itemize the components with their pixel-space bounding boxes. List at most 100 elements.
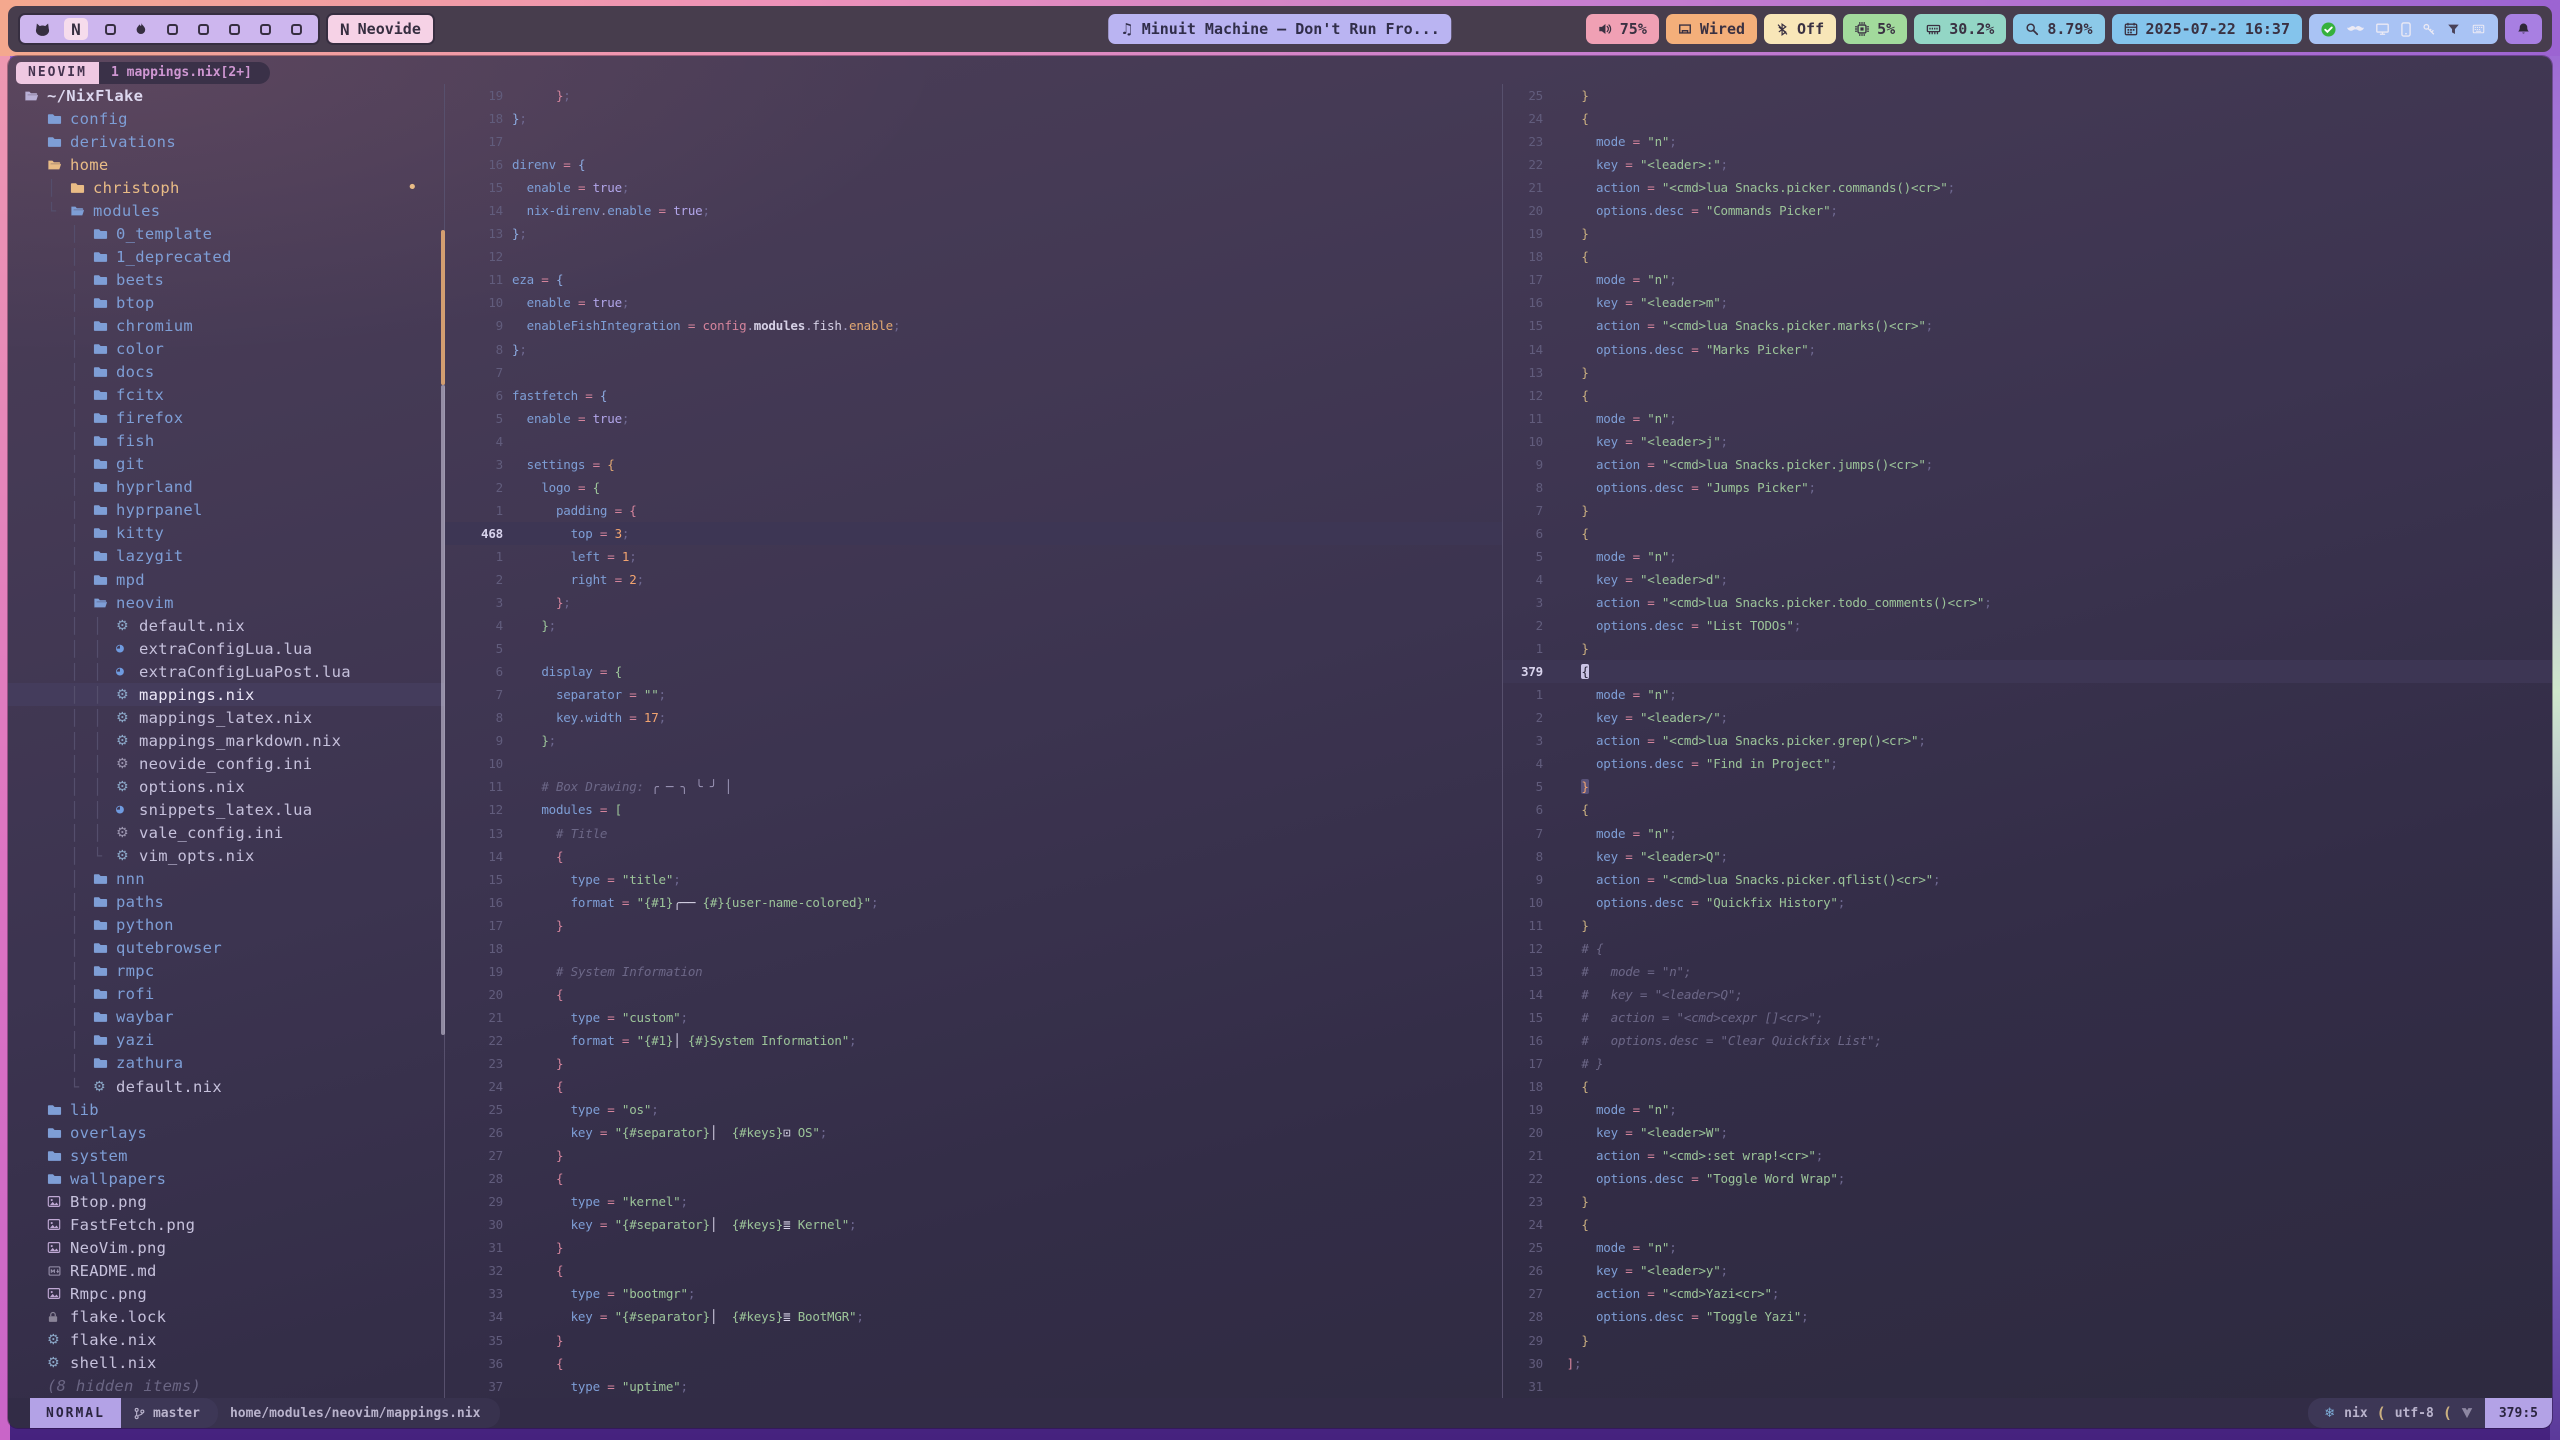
tree-item-docs[interactable]: │docs xyxy=(8,361,444,384)
tree-item-extraconfiglua.lua[interactable]: ││◕extraConfigLua.lua xyxy=(8,637,444,660)
code-line[interactable]: 8}; xyxy=(445,338,1502,361)
code-line[interactable]: 12 # { xyxy=(1503,937,2552,960)
code-line[interactable]: 22 format = "{#1}│ {#}System Information… xyxy=(445,1029,1502,1052)
widget-volume[interactable]: 75% xyxy=(1586,14,1659,44)
code-line[interactable]: 13}; xyxy=(445,222,1502,245)
code-line[interactable]: 33 type = "bootmgr"; xyxy=(445,1282,1502,1305)
tree-item-readme.md[interactable]: README.md xyxy=(8,1259,444,1282)
code-line[interactable]: 7 } xyxy=(1503,499,2552,522)
code-line[interactable]: 4 }; xyxy=(445,614,1502,637)
tree-item-vim_opts.nix[interactable]: │└⚙vim_opts.nix xyxy=(8,845,444,868)
code-line[interactable]: 13 # Title xyxy=(445,822,1502,845)
tree-item-flake.nix[interactable]: ⚙flake.nix xyxy=(8,1329,444,1352)
code-line[interactable]: 9 }; xyxy=(445,729,1502,752)
check-circle-icon[interactable] xyxy=(2321,22,2336,37)
code-line[interactable]: 5 mode = "n"; xyxy=(1503,545,2552,568)
code-line[interactable]: 31 xyxy=(1503,1375,2552,1398)
tree-item-firefox[interactable]: │firefox xyxy=(8,407,444,430)
tree-item-mappings_latex.nix[interactable]: ││⚙mappings_latex.nix xyxy=(8,706,444,729)
window-title-pill[interactable]: N Neovide xyxy=(326,13,435,45)
tree-item-neovide_config.ini[interactable]: ││⚙neovide_config.ini xyxy=(8,752,444,775)
phone-icon[interactable] xyxy=(2401,22,2411,37)
code-line[interactable]: 3 action = "<cmd>lua Snacks.picker.todo_… xyxy=(1503,591,2552,614)
tree-item-paths[interactable]: │paths xyxy=(8,891,444,914)
cat-workspace-icon[interactable] xyxy=(33,18,51,40)
tree-item-default.nix[interactable]: └⚙default.nix xyxy=(8,1075,444,1098)
code-line[interactable]: 13 # mode = "n"; xyxy=(1503,960,2552,983)
tree-item-neovim.png[interactable]: NeoVim.png xyxy=(8,1236,444,1259)
tree-item-fastfetch.png[interactable]: FastFetch.png xyxy=(8,1213,444,1236)
tree-item-kitty[interactable]: │kitty xyxy=(8,522,444,545)
tree-item-extraconfigluapost.lua[interactable]: ││◕extraConfigLuaPost.lua xyxy=(8,660,444,683)
code-line[interactable]: 10 xyxy=(445,752,1502,775)
code-line[interactable]: 11eza = { xyxy=(445,268,1502,291)
code-line[interactable]: 7 separator = ""; xyxy=(445,683,1502,706)
code-line[interactable]: 2 logo = { xyxy=(445,476,1502,499)
mustache-icon[interactable] xyxy=(2347,25,2364,34)
code-line[interactable]: 27 } xyxy=(445,1144,1502,1167)
code-line[interactable]: 2 right = 2; xyxy=(445,568,1502,591)
code-line[interactable]: 12 modules = [ xyxy=(445,798,1502,821)
tree-item-overlays[interactable]: overlays xyxy=(8,1121,444,1144)
code-line[interactable]: 6 display = { xyxy=(445,660,1502,683)
tree-item-waybar[interactable]: │waybar xyxy=(8,1006,444,1029)
widget-clock[interactable]: 2025-07-22 16:37 xyxy=(2112,14,2303,44)
code-line[interactable]: 9 action = "<cmd>lua Snacks.picker.qflis… xyxy=(1503,868,2552,891)
tree-item-lazygit[interactable]: │lazygit xyxy=(8,545,444,568)
tree-item-rofi[interactable]: │rofi xyxy=(8,983,444,1006)
square-workspace-icon[interactable] xyxy=(287,18,305,40)
code-line[interactable]: 8 options.desc = "Jumps Picker"; xyxy=(1503,476,2552,499)
code-line[interactable]: 3 }; xyxy=(445,591,1502,614)
code-line[interactable]: 18}; xyxy=(445,107,1502,130)
tree-item-fcitx[interactable]: │fcitx xyxy=(8,384,444,407)
tree-item--8-hidden-items-[interactable]: (8 hidden items) xyxy=(8,1375,444,1398)
tree-item-home[interactable]: home xyxy=(8,153,444,176)
code-line[interactable]: 27 action = "<cmd>Yazi<cr>"; xyxy=(1503,1282,2552,1305)
code-line[interactable]: 9 enableFishIntegration = config.modules… xyxy=(445,314,1502,337)
code-line[interactable]: 6 { xyxy=(1503,798,2552,821)
code-line[interactable]: 9 action = "<cmd>lua Snacks.picker.jumps… xyxy=(1503,453,2552,476)
widget-bluetooth[interactable]: Off xyxy=(1764,14,1836,44)
code-line[interactable]: 13 } xyxy=(1503,361,2552,384)
widget-network[interactable]: Wired xyxy=(1666,14,1757,44)
square-workspace-icon[interactable] xyxy=(163,18,181,40)
tree-item-qutebrowser[interactable]: │qutebrowser xyxy=(8,937,444,960)
tree-item--nixflake[interactable]: ~/NixFlake xyxy=(8,84,444,107)
code-line[interactable]: 10 enable = true; xyxy=(445,291,1502,314)
tree-item-hyprland[interactable]: │hyprland xyxy=(8,476,444,499)
code-line[interactable]: 3 settings = { xyxy=(445,453,1502,476)
tree-item-chromium[interactable]: │chromium xyxy=(8,314,444,337)
code-line[interactable]: 21 type = "custom"; xyxy=(445,1006,1502,1029)
code-line[interactable]: 22 options.desc = "Toggle Word Wrap"; xyxy=(1503,1167,2552,1190)
code-line[interactable]: 14 options.desc = "Marks Picker"; xyxy=(1503,338,2552,361)
tree-item-0_template[interactable]: │0_template xyxy=(8,222,444,245)
code-line[interactable]: 7 xyxy=(445,361,1502,384)
code-line[interactable]: 37 type = "uptime"; xyxy=(445,1375,1502,1398)
code-line[interactable]: 14 { xyxy=(445,845,1502,868)
code-line[interactable]: 23 } xyxy=(1503,1190,2552,1213)
code-line[interactable]: 15 action = "<cmd>lua Snacks.picker.mark… xyxy=(1503,314,2552,337)
code-line[interactable]: 16 format = "{#1}╭── {#}{user-name-color… xyxy=(445,891,1502,914)
funnel-icon[interactable] xyxy=(2447,23,2460,36)
code-line[interactable]: 19 mode = "n"; xyxy=(1503,1098,2552,1121)
key-icon[interactable] xyxy=(2422,22,2436,36)
code-line[interactable]: 20 options.desc = "Commands Picker"; xyxy=(1503,199,2552,222)
widget-cpu[interactable]: 5% xyxy=(1843,14,1907,44)
code-line[interactable]: 29 } xyxy=(1503,1329,2552,1352)
code-line[interactable]: 28 options.desc = "Toggle Yazi"; xyxy=(1503,1305,2552,1328)
tree-item-lib[interactable]: lib xyxy=(8,1098,444,1121)
tree-item-python[interactable]: │python xyxy=(8,914,444,937)
tree-item-btop[interactable]: │btop xyxy=(8,291,444,314)
code-line[interactable]: 17 } xyxy=(445,914,1502,937)
git-branch-segment[interactable]: master xyxy=(121,1398,218,1428)
code-line[interactable]: 25 type = "os"; xyxy=(445,1098,1502,1121)
tree-item-modules[interactable]: └modules xyxy=(8,199,444,222)
code-line[interactable]: 30 key = "{#separator}│ {#keys}≣ Kernel"… xyxy=(445,1213,1502,1236)
code-line[interactable]: 5 enable = true; xyxy=(445,407,1502,430)
tree-item-1_deprecated[interactable]: │1_deprecated xyxy=(8,245,444,268)
code-line[interactable]: 24 { xyxy=(445,1075,1502,1098)
code-line[interactable]: 21 action = "<cmd>lua Snacks.picker.comm… xyxy=(1503,176,2552,199)
code-line[interactable]: 22 key = "<leader>:"; xyxy=(1503,153,2552,176)
code-line[interactable]: 16direnv = { xyxy=(445,153,1502,176)
code-line[interactable]: 20 { xyxy=(445,983,1502,1006)
